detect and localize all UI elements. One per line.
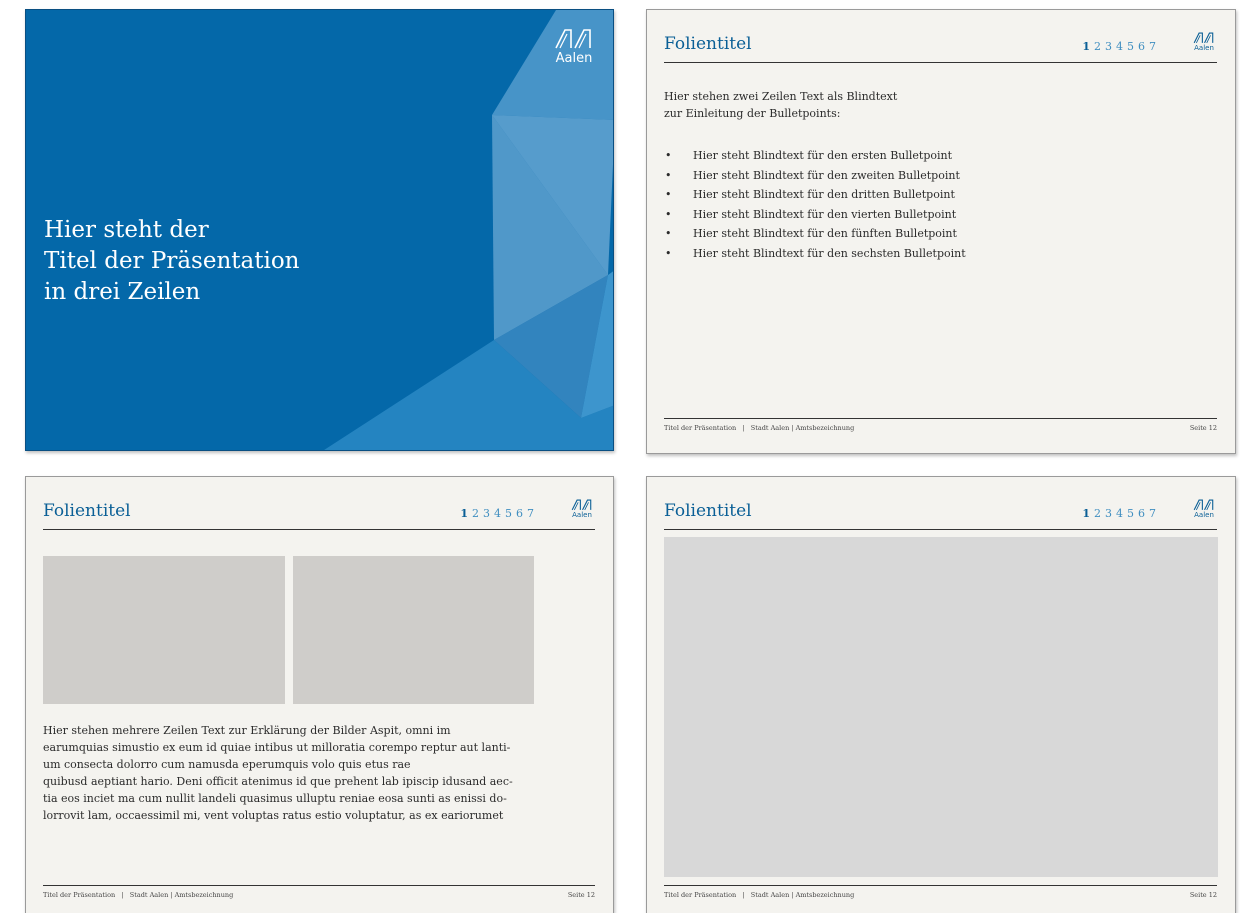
- slide-footer: Titel der Präsentation | Stadt Aalen | A…: [664, 885, 1217, 903]
- slide-footer: Titel der Präsentation | Stadt Aalen | A…: [43, 885, 595, 903]
- slide-title: Folientitel: [664, 501, 752, 521]
- page-navigation: 1234567: [1079, 507, 1157, 520]
- page-link-1[interactable]: 1: [1082, 507, 1091, 520]
- slide-header: Folientitel 1234567 Aalen: [43, 499, 595, 530]
- page-link-1[interactable]: 1: [460, 507, 469, 520]
- page-link-6[interactable]: 6: [516, 507, 524, 520]
- logo-word: Aalen: [572, 511, 592, 519]
- aalen-logo-mark-icon: [1193, 32, 1214, 44]
- page-link-6[interactable]: 6: [1138, 40, 1146, 53]
- slide-footer: Titel der Präsentation | Stadt Aalen | A…: [664, 418, 1217, 436]
- bullet-item: Hier steht Blindtext für den vierten Bul…: [664, 205, 966, 225]
- page-link-2[interactable]: 2: [1094, 507, 1102, 520]
- bullet-list: Hier steht Blindtext für den ersten Bull…: [664, 146, 966, 263]
- page-link-3[interactable]: 3: [483, 507, 491, 520]
- slide-title: Folientitel: [43, 501, 131, 521]
- body-line: quibusd aeptiant hario. Deni officit ate…: [43, 775, 513, 788]
- slide-header: Folientitel 1234567 Aalen: [664, 32, 1217, 63]
- intro-text: Hier stehen zwei Zeilen Text als Blindte…: [664, 88, 897, 122]
- title-slide[interactable]: Aalen Hier steht der Titel der Präsentat…: [25, 9, 614, 451]
- image-placeholder-left: [43, 556, 285, 704]
- title-line: Hier steht der: [44, 217, 209, 243]
- bullet-slide[interactable]: Folientitel 1234567 Aalen Hier stehen zw…: [646, 9, 1236, 454]
- aalen-logo: Aalen: [1191, 499, 1217, 519]
- body-line: earumquias simustio ex eum id quiae inti…: [43, 741, 511, 754]
- logo-word: Aalen: [1194, 511, 1214, 519]
- footer-left-text: Titel der Präsentation | Stadt Aalen | A…: [664, 891, 855, 899]
- footer-left-text: Titel der Präsentation | Stadt Aalen | A…: [43, 891, 234, 899]
- bullet-item: Hier steht Blindtext für den sechsten Bu…: [664, 244, 966, 264]
- presentation-title: Hier steht der Titel der Präsentation in…: [44, 215, 299, 308]
- title-line: in drei Zeilen: [44, 279, 201, 305]
- page-link-6[interactable]: 6: [1138, 507, 1146, 520]
- bullet-item: Hier steht Blindtext für den zweiten Bul…: [664, 166, 966, 186]
- title-line: Titel der Präsentation: [44, 248, 300, 274]
- aalen-logo-mark-icon: [555, 29, 591, 49]
- page-link-4[interactable]: 4: [1116, 40, 1124, 53]
- body-text: Hier stehen mehrere Zeilen Text zur Erkl…: [43, 722, 553, 824]
- page-number: Seite 12: [1189, 424, 1217, 432]
- page-number: Seite 12: [567, 891, 595, 899]
- body-line: um consecta dolorro cum namusda eperumqu…: [43, 758, 411, 771]
- page-link-2[interactable]: 2: [1094, 40, 1102, 53]
- image-placeholder-right: [293, 556, 534, 704]
- image-placeholder-full: [664, 537, 1218, 877]
- logo-word: Aalen: [555, 51, 593, 66]
- bullet-item: Hier steht Blindtext für den fünften Bul…: [664, 224, 966, 244]
- aalen-logo: Aalen: [569, 499, 595, 519]
- page-link-7[interactable]: 7: [527, 507, 535, 520]
- footer-left-text: Titel der Präsentation | Stadt Aalen | A…: [664, 424, 855, 432]
- bullet-item: Hier steht Blindtext für den dritten Bul…: [664, 185, 966, 205]
- body-line: lorrovit lam, occaessimil mi, vent volup…: [43, 809, 504, 822]
- intro-line: zur Einleitung der Bulletpoints:: [664, 107, 841, 120]
- intro-line: Hier stehen zwei Zeilen Text als Blindte…: [664, 90, 898, 103]
- body-line: tia eos inciet ma cum nullit landeli qua…: [43, 792, 507, 805]
- aalen-logo: Aalen: [1191, 32, 1217, 52]
- aalen-logo: Aalen: [550, 28, 598, 66]
- page-link-5[interactable]: 5: [1127, 40, 1135, 53]
- page-number: Seite 12: [1189, 891, 1217, 899]
- page-navigation: 1234567: [457, 507, 535, 520]
- body-line: Hier stehen mehrere Zeilen Text zur Erkl…: [43, 724, 451, 737]
- slide-title: Folientitel: [664, 34, 752, 54]
- aalen-logo-mark-icon: [571, 499, 592, 511]
- page-link-1[interactable]: 1: [1082, 40, 1091, 53]
- aalen-logo-mark-icon: [1193, 499, 1214, 511]
- page-navigation: 1234567: [1079, 40, 1157, 53]
- page-link-4[interactable]: 4: [494, 507, 502, 520]
- slide-header: Folientitel 1234567 Aalen: [664, 499, 1217, 530]
- page-link-7[interactable]: 7: [1149, 507, 1157, 520]
- page-link-7[interactable]: 7: [1149, 40, 1157, 53]
- page-link-5[interactable]: 5: [1127, 507, 1135, 520]
- page-link-3[interactable]: 3: [1105, 40, 1113, 53]
- full-image-slide[interactable]: Folientitel 1234567 Aalen Titel der Präs…: [646, 476, 1236, 913]
- page-link-4[interactable]: 4: [1116, 507, 1124, 520]
- logo-word: Aalen: [1194, 44, 1214, 52]
- page-link-5[interactable]: 5: [505, 507, 513, 520]
- page-link-2[interactable]: 2: [472, 507, 480, 520]
- page-link-3[interactable]: 3: [1105, 507, 1113, 520]
- bullet-item: Hier steht Blindtext für den ersten Bull…: [664, 146, 966, 166]
- image-text-slide[interactable]: Folientitel 1234567 Aalen Hier stehen me…: [25, 476, 614, 913]
